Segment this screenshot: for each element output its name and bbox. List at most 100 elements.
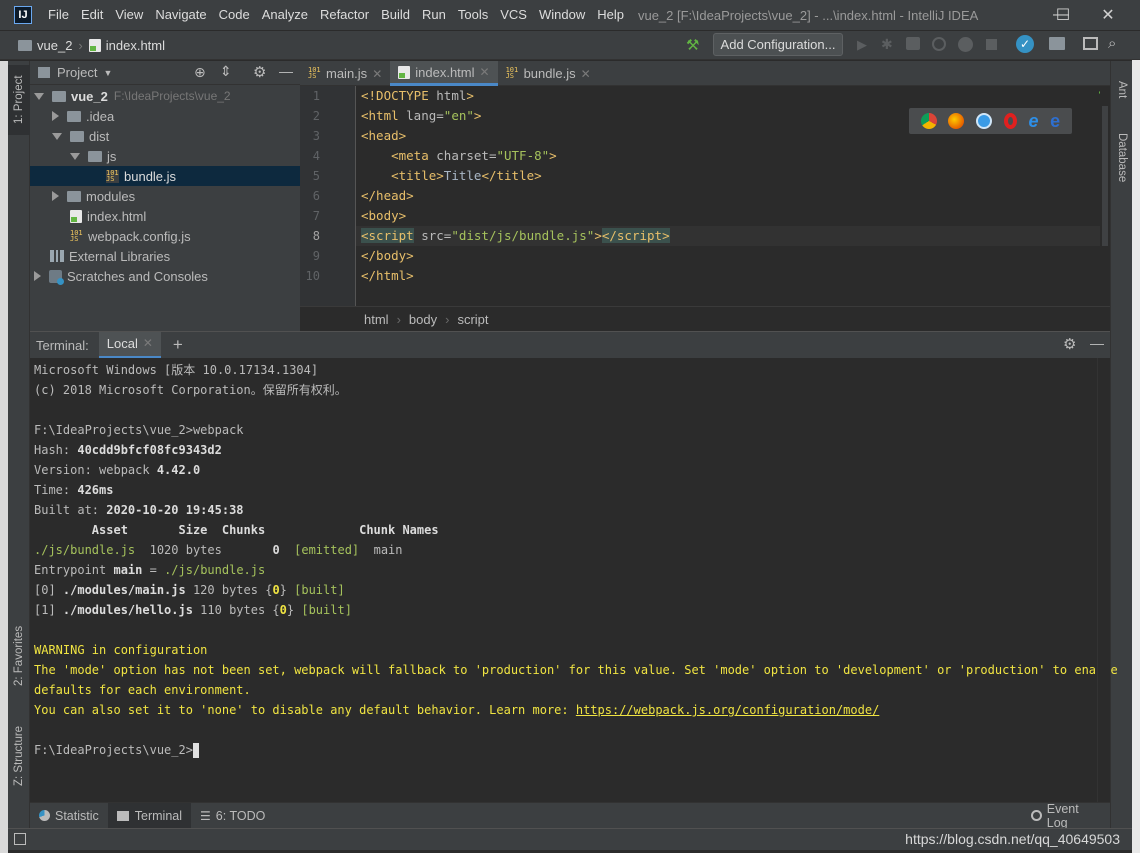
gear-icon[interactable]: ⚙	[1063, 335, 1076, 353]
menu-vcs[interactable]: VCS	[494, 0, 533, 30]
tab-ant-toolwindow[interactable]: Ant	[1111, 65, 1133, 115]
module-size: 120 bytes {	[185, 583, 273, 597]
scratches-icon	[49, 269, 64, 285]
chevron-down-icon[interactable]: ▼	[103, 68, 112, 78]
tree-item-scratches[interactable]: Scratches and Consoles	[34, 266, 208, 286]
breadcrumb-script[interactable]: script	[457, 312, 488, 327]
menu-analyze[interactable]: Analyze	[256, 0, 314, 30]
attach-icon[interactable]	[958, 37, 973, 52]
stop-icon[interactable]	[986, 39, 997, 50]
code-line: <title>Title</title>	[391, 168, 542, 183]
chevron-right-icon: ›	[445, 311, 450, 327]
maximize-button[interactable]: ☐	[1040, 0, 1086, 30]
tree-item-webpack-config[interactable]: 101 JS webpack.config.js	[70, 226, 191, 246]
webpack-mode-link[interactable]: https://webpack.js.org/configuration/mod…	[576, 703, 879, 717]
tab-project-toolwindow[interactable]: 1: Project	[8, 65, 30, 135]
coverage-icon[interactable]	[906, 37, 920, 50]
breadcrumb-html[interactable]: html	[364, 312, 389, 327]
status-bar: https://blog.csdn.net/qq_40649503	[8, 828, 1132, 850]
code-line: </html>	[361, 268, 414, 283]
scrollbar-thumb[interactable]	[1102, 106, 1108, 246]
nav-project[interactable]: vue_2	[18, 38, 72, 53]
tab-terminal[interactable]: Terminal	[107, 802, 192, 829]
close-window-button[interactable]: ✕	[1085, 0, 1131, 30]
menu-window[interactable]: Window	[533, 0, 591, 30]
add-configuration-button[interactable]: Add Configuration...	[713, 33, 843, 56]
tab-event-log[interactable]: Event Log	[1022, 802, 1110, 830]
tree-item-external-libraries[interactable]: External Libraries	[50, 246, 170, 266]
presentation-icon[interactable]	[1083, 37, 1098, 50]
tree-item-dist[interactable]: dist	[52, 126, 109, 146]
close-tab-icon[interactable]: ✕	[143, 330, 153, 357]
editor-tab-bundle-js[interactable]: 101 JS bundle.js ✕	[498, 61, 599, 86]
opera-icon[interactable]	[1003, 113, 1017, 129]
menu-run[interactable]: Run	[416, 0, 452, 30]
new-terminal-plus-icon[interactable]: +	[173, 335, 183, 355]
tool-windows-icon[interactable]	[14, 833, 26, 845]
terminal-scrollbar[interactable]	[1097, 358, 1110, 802]
project-view-selector[interactable]: Project	[57, 65, 97, 80]
build-hammer-icon[interactable]: ⚒	[686, 36, 699, 54]
tree-item-js[interactable]: js	[70, 146, 116, 166]
module-close: }	[279, 583, 295, 597]
tab-todo[interactable]: ☰ 6: TODO	[191, 803, 274, 829]
tab-favorites-toolwindow[interactable]: 2: Favorites	[8, 611, 30, 701]
search-icon[interactable]: ⌕	[1108, 35, 1116, 52]
close-tab-icon[interactable]: ✕	[372, 67, 382, 81]
tab-database-toolwindow[interactable]: Database	[1111, 123, 1133, 193]
ie-icon[interactable]: e	[1028, 112, 1038, 130]
update-icon[interactable]: ✓	[1016, 35, 1034, 53]
menu-view[interactable]: View	[109, 0, 149, 30]
editor-tab-main-js[interactable]: 101 JS main.js ✕	[300, 61, 390, 86]
js-file-icon: 101 JS	[70, 228, 83, 243]
js-file-icon: 101 JS	[106, 168, 119, 183]
terminal-output[interactable]: Microsoft Windows [版本 10.0.17134.1304] (…	[30, 358, 1118, 802]
editor-breadcrumbs: html › body › script	[300, 306, 1110, 331]
folder-icon	[70, 130, 84, 142]
tree-item-bundle-js[interactable]: 101 JS bundle.js	[30, 166, 300, 186]
nav-file[interactable]: index.html	[88, 37, 166, 53]
menu-edit[interactable]: Edit	[75, 0, 109, 30]
collapse-all-icon[interactable]: ⇕	[220, 63, 232, 80]
tree-item-modules[interactable]: modules	[52, 186, 135, 206]
tab-structure-toolwindow[interactable]: Z: Structure	[8, 711, 30, 801]
run-icon[interactable]: ▶	[857, 37, 867, 53]
project-structure-icon[interactable]	[1049, 37, 1065, 50]
editor-tab-label: bundle.js	[523, 66, 576, 81]
firefox-icon[interactable]	[948, 113, 965, 129]
tree-item-index-html[interactable]: index.html	[70, 206, 146, 226]
gear-icon[interactable]: ⚙	[253, 63, 266, 81]
close-tab-icon[interactable]: ✕	[480, 65, 490, 79]
close-tab-icon[interactable]: ✕	[581, 67, 591, 81]
editor-tab-index-html[interactable]: index.html ✕	[390, 61, 498, 86]
safari-icon[interactable]	[976, 113, 993, 129]
menu-tools[interactable]: Tools	[452, 0, 494, 30]
terminal-cursor	[192, 743, 199, 758]
tab-statistic[interactable]: Statistic	[30, 803, 108, 829]
tree-item-label: webpack.config.js	[88, 228, 191, 244]
menu-refactor[interactable]: Refactor	[314, 0, 375, 30]
menu-help[interactable]: Help	[591, 0, 630, 30]
hide-panel-icon[interactable]: —	[279, 63, 293, 79]
entry-eq: =	[142, 563, 165, 577]
menu-navigate[interactable]: Navigate	[149, 0, 212, 30]
version-label: Version: webpack	[34, 463, 157, 477]
debug-icon[interactable]: ✱	[881, 36, 893, 53]
edge-icon[interactable]: e	[1050, 112, 1060, 130]
built-value: 2020-10-20 19:45:38	[106, 503, 244, 517]
menu-code[interactable]: Code	[213, 0, 256, 30]
tree-item-vue-2[interactable]: vue_2 F:\IdeaProjects\vue_2	[34, 86, 231, 106]
menu-file[interactable]: File	[42, 0, 75, 30]
locate-icon[interactable]: ⊕	[194, 64, 206, 81]
project-panel: Project ▼ ⊕ ⇕ ⚙ — vue_2 F:\IdeaProjects\…	[30, 61, 300, 331]
nav-file-label: index.html	[105, 37, 166, 53]
chrome-icon[interactable]	[920, 113, 937, 129]
profile-icon[interactable]	[932, 37, 946, 51]
menu-build[interactable]: Build	[375, 0, 416, 30]
editor-scrollbar[interactable]	[1100, 86, 1110, 306]
breadcrumb-body[interactable]: body	[409, 312, 437, 327]
terminal-tab-local[interactable]: Local ✕	[98, 330, 161, 359]
tree-item-idea[interactable]: .idea	[52, 106, 114, 126]
editor-tab-bar: 101 JS main.js ✕ index.html ✕ 101 JS bundl…	[300, 61, 1110, 86]
hide-panel-icon[interactable]: —	[1090, 335, 1104, 351]
